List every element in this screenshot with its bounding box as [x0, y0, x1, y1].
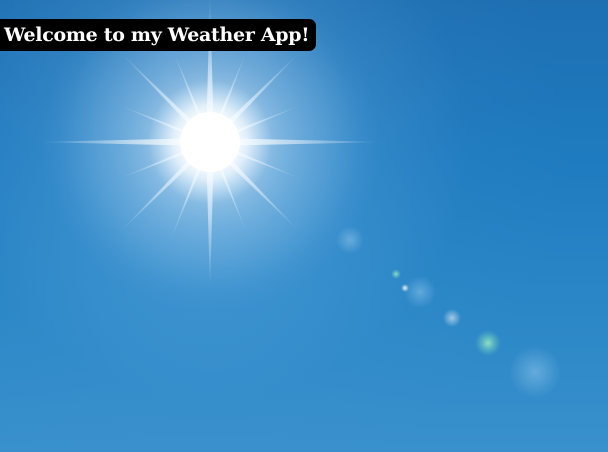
welcome-banner: Welcome to my Weather App! — [0, 19, 317, 51]
weather-app-page: Welcome to my Weather App! — [0, 0, 608, 452]
welcome-title: Welcome to my Weather App! — [4, 24, 310, 46]
sun-background-image — [35, 0, 561, 398]
